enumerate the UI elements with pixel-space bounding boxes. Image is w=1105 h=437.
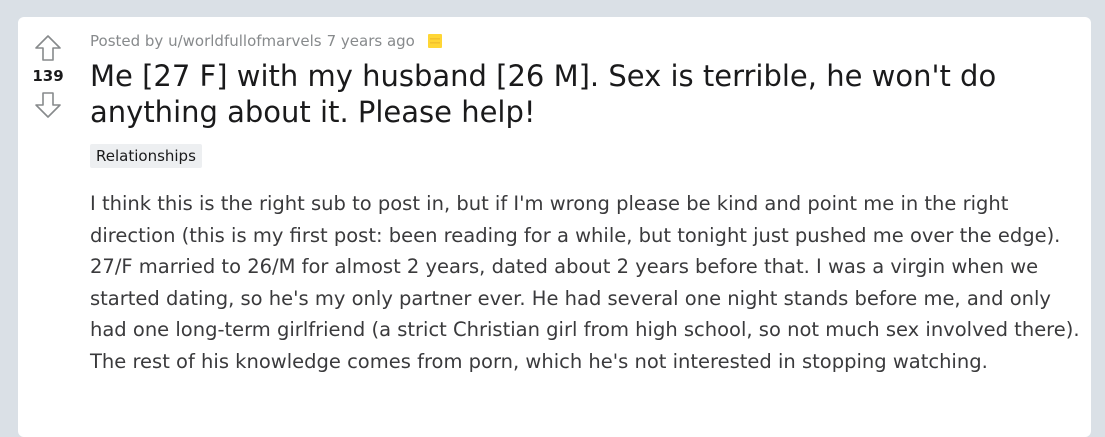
vote-score: 139 — [32, 67, 64, 85]
post-meta: Posted by u/worldfullofmarvels 7 years a… — [90, 30, 1080, 52]
post-title[interactable]: Me [27 F] with my husband [26 M]. Sex is… — [90, 58, 1080, 130]
post-body-text: I think this is the right sub to post in… — [90, 192, 1080, 373]
posted-by-label: Posted by — [90, 32, 164, 50]
award-icon[interactable] — [427, 32, 443, 50]
post-flair[interactable]: Relationships — [90, 144, 202, 168]
post-body: I think this is the right sub to post in… — [90, 188, 1080, 377]
upvote-arrow-icon[interactable] — [33, 33, 63, 63]
post-card[interactable]: 139 Posted by u/worldfullofmarvels 7 yea… — [18, 17, 1091, 437]
post-content: Posted by u/worldfullofmarvels 7 years a… — [90, 17, 1080, 377]
post-time[interactable]: 7 years ago — [327, 30, 415, 52]
author-link[interactable]: u/worldfullofmarvels — [168, 30, 322, 52]
downvote-arrow-icon[interactable] — [33, 90, 63, 120]
vote-column: 139 — [18, 17, 78, 120]
